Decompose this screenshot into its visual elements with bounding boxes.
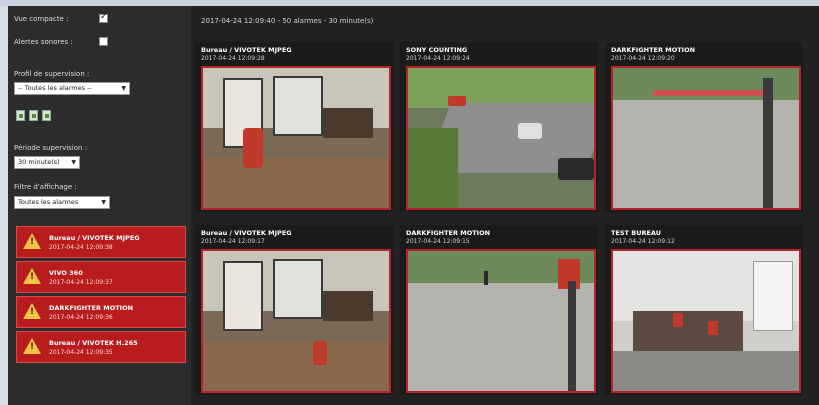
camera-time: 2017-04-24 12:09:24 (406, 55, 470, 62)
export-icon[interactable] (42, 110, 51, 121)
alarm-item[interactable]: Bureau / VIVOTEK H.265 2017-04-24 12:09:… (16, 331, 186, 363)
dropdown-arrow-icon: ▼ (121, 85, 126, 92)
profile-select-value: -- Toutes les alarmes -- (18, 84, 92, 92)
camera-tile[interactable]: DARKFIGHTER MOTION 2017-04-24 12:09:15 2… (400, 225, 598, 395)
sidebar: Vue compacte : Alertes sonores : Profil … (8, 6, 191, 405)
warning-icon (23, 303, 41, 319)
alarm-time: 2017-04-24 12:09:35 (49, 349, 113, 356)
alarm-item[interactable]: Bureau / VIVOTEK MJPEG 2017-04-24 12:09:… (16, 226, 186, 258)
camera-snapshot[interactable]: 2017-04-24 12:09:20 (611, 66, 801, 210)
alarm-title: VIVO 360 (49, 269, 83, 277)
camera-time: 2017-04-24 12:09:20 (611, 55, 675, 62)
period-select-value: 30 minute(s) (18, 158, 60, 166)
warning-icon (23, 338, 41, 354)
camera-title: Bureau / VIVOTEK MJPEG (201, 229, 292, 237)
camera-title: TEST BUREAU (611, 229, 662, 237)
app-window: Vue compacte : Alertes sonores : Profil … (0, 0, 819, 405)
filter-select-value: Toutes les alarmes (18, 198, 79, 206)
camera-tile[interactable]: Bureau / VIVOTEK MJPEG 2017-04-24 12:09:… (195, 42, 393, 212)
camera-tile[interactable]: SONY COUNTING 2017-04-24 12:09:24 (400, 42, 598, 212)
profile-select[interactable]: -- Toutes les alarmes -- ▼ (14, 82, 130, 95)
camera-snapshot[interactable]: 2017-04-24 12:09:12 (611, 249, 801, 393)
camera-title: DARKFIGHTER MOTION (406, 229, 491, 237)
alarm-time: 2017-04-24 12:09:38 (49, 244, 113, 251)
camera-snapshot[interactable] (201, 66, 391, 210)
alarm-title: Bureau / VIVOTEK H.265 (49, 339, 138, 347)
status-text: 2017-04-24 12:09:40 - 50 alarmes - 30 mi… (201, 17, 374, 25)
period-label: Période supervision : (14, 144, 88, 152)
camera-tile[interactable]: Bureau / VIVOTEK MJPEG 2017-04-24 12:09:… (195, 225, 393, 395)
alarm-time: 2017-04-24 12:09:37 (49, 279, 113, 286)
alarm-time: 2017-04-24 12:09:36 (49, 314, 113, 321)
camera-title: DARKFIGHTER MOTION (611, 46, 696, 54)
profile-label: Profil de supervision : (14, 70, 90, 78)
camera-snapshot[interactable] (406, 66, 596, 210)
export-icon[interactable] (29, 110, 38, 121)
camera-time: 2017-04-24 12:09:28 (201, 55, 265, 62)
warning-icon (23, 268, 41, 284)
compact-view-checkbox[interactable] (99, 12, 108, 23)
compact-view-label: Vue compacte : (14, 15, 69, 23)
period-select[interactable]: 30 minute(s) ▼ (14, 156, 80, 169)
camera-title: Bureau / VIVOTEK MJPEG (201, 46, 292, 54)
camera-snapshot[interactable] (201, 249, 391, 393)
alarm-item[interactable]: VIVO 360 2017-04-24 12:09:37 (16, 261, 186, 293)
export-icon[interactable] (16, 110, 25, 121)
filter-select[interactable]: Toutes les alarmes ▼ (14, 196, 110, 209)
alarm-item[interactable]: DARKFIGHTER MOTION 2017-04-24 12:09:36 (16, 296, 186, 328)
main-panel: 2017-04-24 12:09:40 - 50 alarmes - 30 mi… (191, 6, 819, 405)
filter-label: Filtre d'affichage : (14, 183, 77, 191)
dropdown-arrow-icon: ▼ (101, 199, 106, 206)
camera-time: 2017-04-24 12:09:15 (406, 238, 470, 245)
alarm-title: DARKFIGHTER MOTION (49, 304, 134, 312)
camera-time: 2017-04-24 12:09:12 (611, 238, 675, 245)
sound-alerts-label: Alertes sonores : (14, 38, 73, 46)
dropdown-arrow-icon: ▼ (71, 159, 76, 166)
camera-title: SONY COUNTING (406, 46, 468, 54)
camera-tile[interactable]: TEST BUREAU 2017-04-24 12:09:12 2017-04-… (605, 225, 803, 395)
warning-icon (23, 233, 41, 249)
alarm-title: Bureau / VIVOTEK MJPEG (49, 234, 140, 242)
camera-snapshot[interactable]: 2017-04-24 12:09:15 (406, 249, 596, 393)
camera-tile[interactable]: DARKFIGHTER MOTION 2017-04-24 12:09:20 2… (605, 42, 803, 212)
camera-time: 2017-04-24 12:09:17 (201, 238, 265, 245)
sound-alerts-checkbox[interactable] (99, 37, 108, 46)
